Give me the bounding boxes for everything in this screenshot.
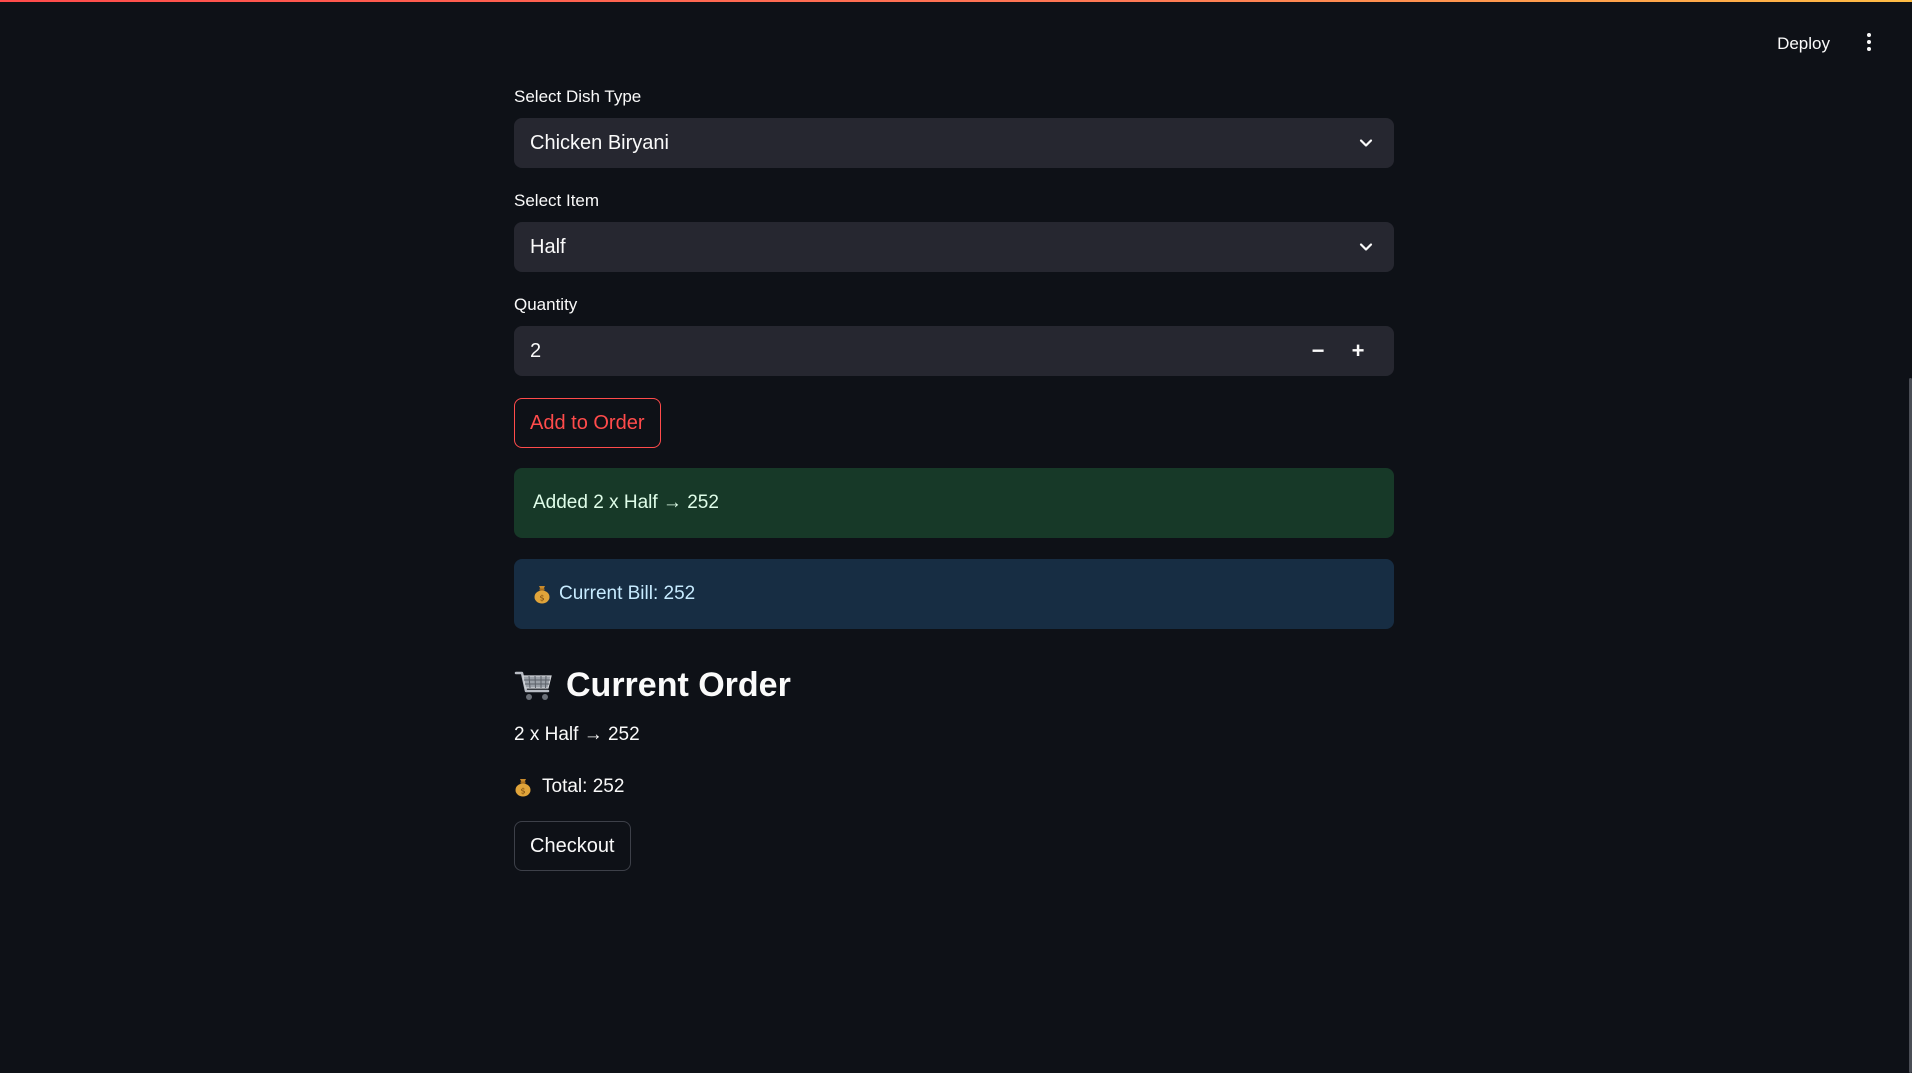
dish-type-select[interactable]: Chicken Biryani (514, 118, 1394, 168)
dish-type-label: Select Dish Type (514, 87, 642, 106)
info-alert-text: Current Bill: 252 (559, 583, 696, 604)
quantity-field: Quantity 2 − + (514, 294, 1394, 376)
success-alert: Added 2 x Half → 252 (514, 468, 1394, 538)
quantity-input[interactable]: 2 (530, 340, 1298, 363)
item-value: Half (530, 235, 566, 258)
order-line-item: 2 x Half → 252 (514, 724, 640, 745)
main-content: Select Dish Type Chicken Biryani Select … (514, 86, 1394, 871)
money-bag-icon: $ (515, 779, 531, 797)
chevron-down-icon (1359, 139, 1373, 147)
chevron-down-icon (1359, 243, 1373, 251)
success-alert-text: Added 2 x Half → 252 (533, 492, 719, 513)
deploy-button[interactable]: Deploy (1771, 30, 1836, 58)
kebab-menu-icon[interactable] (1860, 30, 1878, 58)
app-header: Deploy (0, 0, 1912, 86)
current-order-title: Current Order (566, 665, 791, 704)
current-order-heading: Current Order (514, 663, 1394, 707)
add-to-order-button[interactable]: Add to Order (514, 398, 661, 448)
dish-type-field: Select Dish Type Chicken Biryani (514, 86, 1394, 168)
decrement-button[interactable]: − (1298, 326, 1338, 376)
shopping-cart-icon (514, 671, 552, 700)
dish-type-value: Chicken Biryani (530, 131, 669, 154)
order-total: $ Total: 252 (514, 773, 1394, 801)
checkout-button[interactable]: Checkout (514, 821, 631, 871)
order-total-text: Total: 252 (542, 776, 625, 797)
item-select[interactable]: Half (514, 222, 1394, 272)
increment-button[interactable]: + (1338, 326, 1378, 376)
quantity-label: Quantity (514, 295, 578, 314)
svg-text:$: $ (520, 787, 525, 796)
item-label: Select Item (514, 191, 600, 210)
svg-text:$: $ (539, 594, 544, 603)
quantity-stepper: 2 − + (514, 326, 1394, 376)
item-field: Select Item Half (514, 190, 1394, 272)
money-bag-icon: $ (534, 586, 550, 604)
info-alert: $ Current Bill: 252 (514, 559, 1394, 629)
